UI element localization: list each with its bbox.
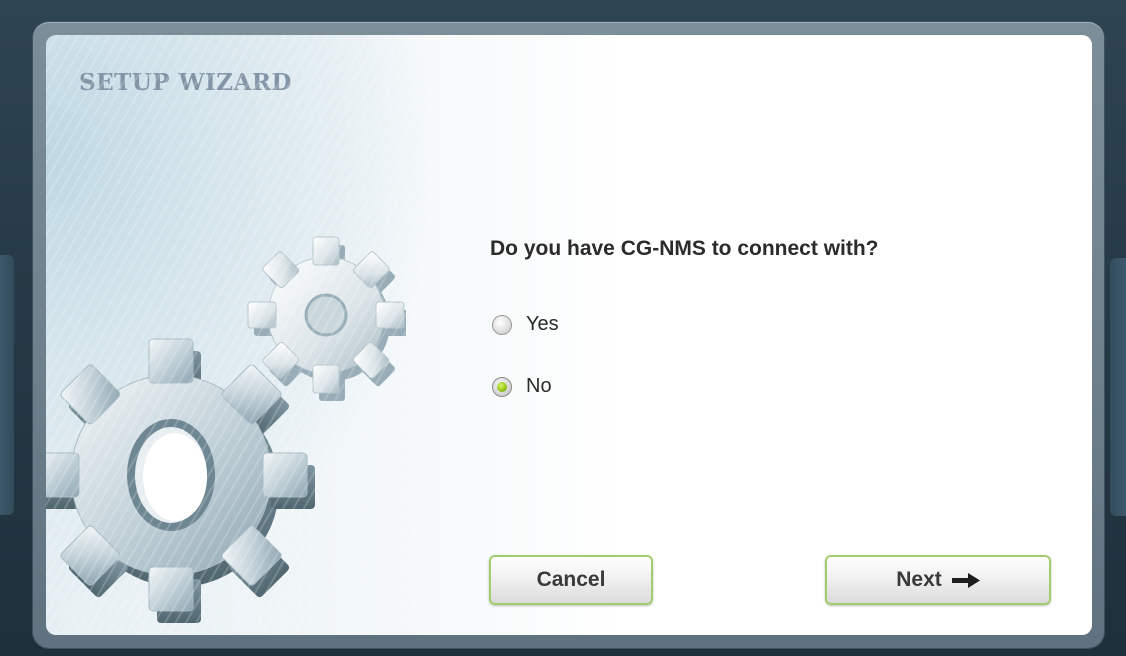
setup-wizard-dialog: SETUP WIZARD Do you have CG-NMS to conne… xyxy=(46,35,1092,635)
background-side-tab-right xyxy=(1110,258,1126,516)
radio-no[interactable] xyxy=(492,376,512,397)
option-yes-label: Yes xyxy=(526,313,559,335)
wizard-question: Do you have CG-NMS to connect with? xyxy=(490,237,879,260)
wizard-title: SETUP WIZARD xyxy=(79,69,292,96)
background-side-tab-left xyxy=(0,255,14,515)
radio-yes[interactable] xyxy=(492,314,512,335)
next-button[interactable]: Next xyxy=(825,555,1051,605)
arrow-right-icon xyxy=(951,572,980,588)
option-no[interactable]: No xyxy=(492,375,552,398)
next-button-label: Next xyxy=(896,568,942,591)
cancel-button-label: Cancel xyxy=(536,568,606,591)
option-no-label: No xyxy=(526,375,552,397)
option-yes[interactable]: Yes xyxy=(492,313,559,336)
cancel-button[interactable]: Cancel xyxy=(489,555,653,605)
gears-icon xyxy=(46,236,406,623)
